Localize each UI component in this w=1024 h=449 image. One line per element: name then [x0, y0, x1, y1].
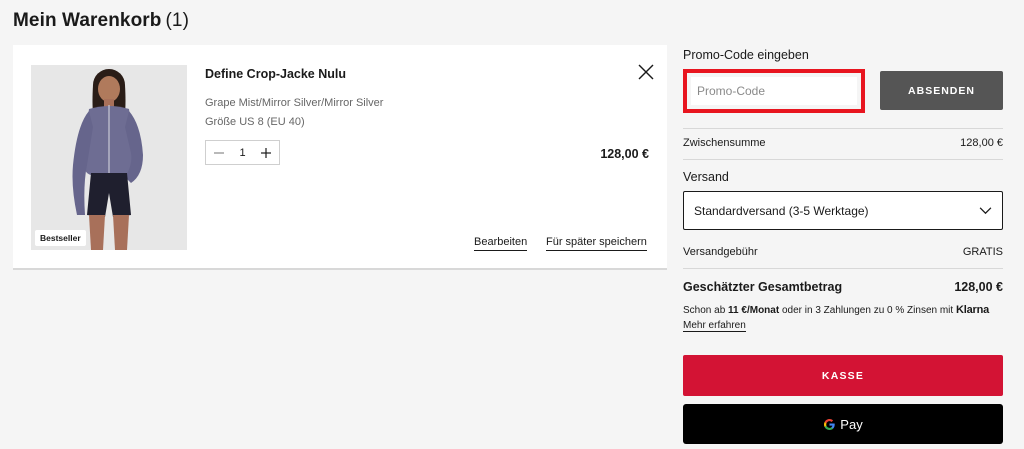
close-icon	[638, 64, 654, 80]
shipping-label: Versand	[683, 170, 729, 184]
cart-count: (1)	[165, 10, 190, 31]
google-pay-label: Pay	[840, 416, 863, 432]
page-title-text: Mein Warenkorb	[13, 10, 162, 31]
product-image[interactable]: Bestseller	[31, 65, 187, 250]
checkout-button[interactable]: KASSE	[683, 355, 1003, 396]
minus-icon	[214, 151, 224, 154]
klarna-logo: Klarna	[955, 304, 990, 316]
product-name[interactable]: Define Crop-Jacke Nulu	[205, 67, 346, 81]
subtotal-label: Zwischensumme	[683, 137, 766, 149]
cart-item-card: Bestseller Define Crop-Jacke Nulu Grape …	[13, 45, 667, 270]
promo-code-input[interactable]	[691, 77, 857, 105]
promo-code-highlight	[683, 69, 865, 113]
shipping-method-select[interactable]: Standardversand (3-5 Werktage)	[683, 191, 1003, 230]
shipping-fee-label: Versandgebühr	[683, 246, 758, 258]
shipping-fee-row: Versandgebühr GRATIS	[683, 246, 1003, 258]
shipping-method-value: Standardversand (3-5 Werktage)	[694, 203, 869, 218]
subtotal-row: Zwischensumme 128,00 €	[683, 137, 1003, 149]
total-row: Geschätzter Gesamtbetrag 128,00 €	[683, 280, 1003, 294]
total-label: Geschätzter Gesamtbetrag	[683, 280, 843, 294]
save-for-later-link[interactable]: Für später speichern	[546, 236, 647, 251]
shipping-fee-value: GRATIS	[962, 246, 1003, 258]
klarna-suffix: oder in 3 Zahlungen zu 0 % Zinsen mit	[781, 305, 954, 316]
product-photo	[31, 65, 187, 250]
bestseller-badge: Bestseller	[35, 230, 86, 246]
product-color: Grape Mist/Mirror Silver/Mirror Silver	[205, 97, 384, 109]
klarna-prefix: Schon ab	[683, 305, 726, 316]
line-item-price: 128,00 €	[600, 147, 649, 161]
decrease-quantity-button[interactable]	[212, 146, 226, 160]
learn-more-link[interactable]: Mehr erfahren	[683, 320, 746, 332]
klarna-installment-info: Schon ab 11 €/Monat oder in 3 Zahlungen …	[683, 303, 1003, 333]
google-pay-button[interactable]: Pay	[683, 404, 1003, 444]
edit-item-link[interactable]: Bearbeiten	[474, 236, 528, 251]
divider	[683, 159, 1003, 160]
google-g-icon	[824, 418, 835, 430]
chevron-down-icon	[979, 207, 992, 215]
subtotal-value: 128,00 €	[960, 137, 1003, 149]
plus-icon	[261, 147, 271, 158]
submit-promo-button[interactable]: ABSENDEN	[880, 71, 1003, 110]
quantity-stepper: 1	[205, 140, 280, 165]
increase-quantity-button[interactable]	[259, 146, 273, 160]
quantity-value: 1	[239, 146, 246, 159]
remove-item-button[interactable]	[637, 63, 655, 81]
promo-code-label: Promo-Code eingeben	[683, 48, 809, 62]
divider	[683, 128, 1003, 129]
product-size: Größe US 8 (EU 40)	[205, 116, 305, 128]
total-value: 128,00 €	[954, 280, 1003, 294]
klarna-amount: 11 €/Monat	[728, 305, 780, 316]
page-title: Mein Warenkorb (1)	[13, 10, 189, 32]
divider	[683, 268, 1003, 269]
